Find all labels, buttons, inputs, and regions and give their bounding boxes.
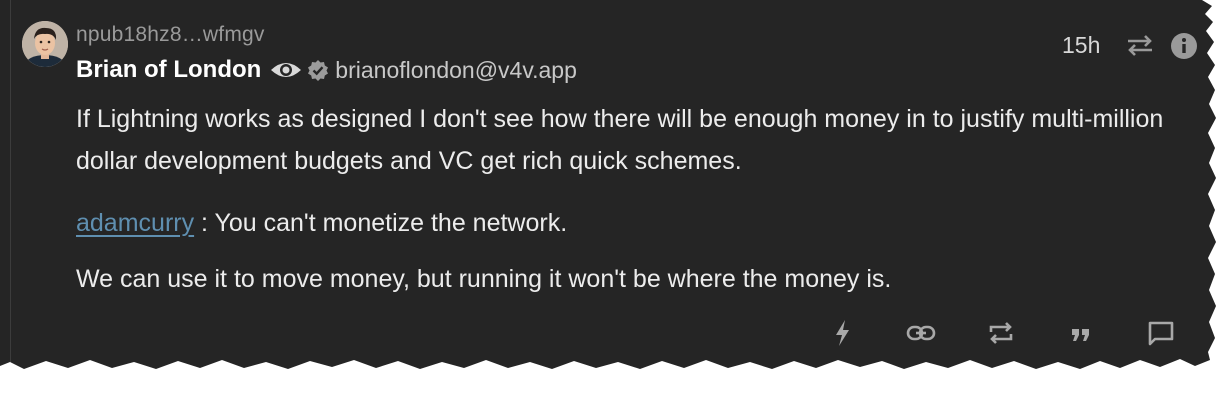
timestamp[interactable]: 15h [1062,32,1100,59]
link-icon[interactable] [906,318,936,348]
note-paragraph: If Lightning works as designed I don't s… [76,105,1164,175]
verified-badge-icon [307,59,329,81]
note-card: npub18hz8…wfmgv Brian of London brianofl… [0,0,1216,369]
repost-icon[interactable] [986,318,1016,348]
author-npub[interactable]: npub18hz8…wfmgv [76,23,265,47]
info-icon[interactable] [1170,32,1198,60]
quote-icon[interactable] [1066,318,1096,348]
note-text: : You can't monetize the network. [194,209,568,237]
zap-icon[interactable] [828,318,858,348]
mention-link[interactable]: adamcurry [76,209,194,237]
author-nip05[interactable]: brianoflondon@v4v.app [335,57,577,84]
thread-divider [10,0,11,369]
avatar-image [22,21,68,67]
note-paragraph: We can use it to move money, but running… [76,265,892,293]
avatar[interactable] [22,21,68,67]
reply-icon[interactable] [1146,318,1176,348]
author-row: Brian of London brianoflondon@v4v.app [76,55,577,85]
author-name[interactable]: Brian of London [76,56,261,84]
note-paragraph: adamcurry : You can't monetize the netwo… [76,202,567,244]
repost-indicator-icon [1125,33,1155,57]
eye-icon[interactable] [269,59,303,81]
